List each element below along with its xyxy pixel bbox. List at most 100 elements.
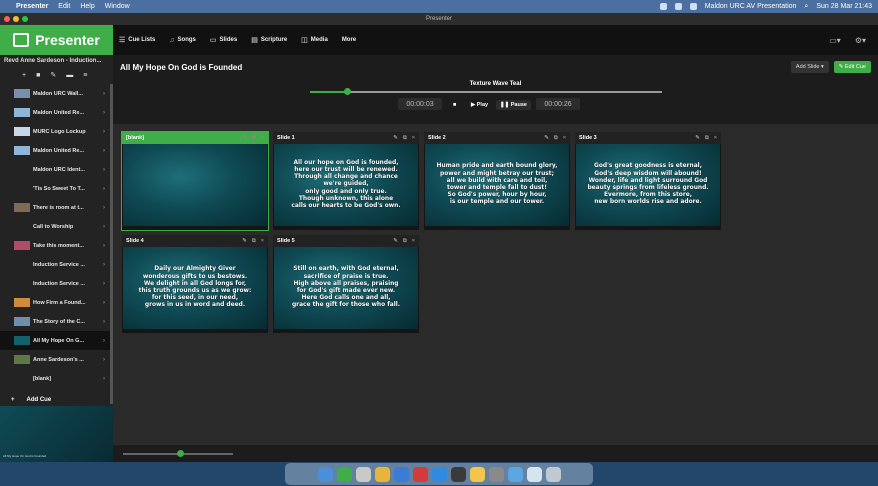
cue-list-item[interactable]: Take this moment... › bbox=[0, 236, 113, 255]
display-icon[interactable]: ▭▾ bbox=[829, 36, 841, 45]
gear-icon[interactable]: ⚙▾ bbox=[855, 36, 866, 45]
folder-icon[interactable]: ■ bbox=[36, 72, 40, 79]
menu-edit[interactable]: Edit bbox=[58, 3, 70, 10]
slide-lyrics: Human pride and earth bound glory, power… bbox=[436, 163, 558, 206]
minimize-window-button[interactable] bbox=[13, 16, 19, 22]
close-icon[interactable]: × bbox=[261, 238, 264, 245]
slide-card[interactable]: Slide 1 ✎ ⧉ × All our hope on God is founded… bbox=[273, 132, 419, 230]
nav-songs[interactable]: ♫ Songs bbox=[169, 37, 196, 44]
edit-icon[interactable]: ✎ bbox=[393, 238, 398, 245]
obs-icon[interactable] bbox=[450, 466, 466, 482]
nav-media[interactable]: ◫ Media bbox=[301, 36, 328, 44]
cue-list-item[interactable]: Call to Worship › bbox=[0, 217, 113, 236]
window-title-bar: Presenter bbox=[0, 13, 878, 25]
slide-card[interactable]: Slide 5 ✎ ⧉ × Still on earth, with God etern… bbox=[273, 235, 419, 333]
edit-icon[interactable]: ✎ bbox=[695, 135, 700, 142]
close-window-button[interactable] bbox=[4, 16, 10, 22]
volume-icon[interactable] bbox=[689, 3, 697, 10]
cue-thumbnail bbox=[14, 355, 30, 364]
chrome-icon[interactable] bbox=[374, 466, 390, 482]
close-icon[interactable]: × bbox=[412, 135, 415, 142]
zoom-window-button[interactable] bbox=[22, 16, 28, 22]
cue-list-item[interactable]: The Story of the C... › bbox=[0, 312, 113, 331]
close-icon[interactable]: × bbox=[261, 135, 264, 142]
edit-icon[interactable]: ✎ bbox=[393, 135, 398, 142]
cue-list-item[interactable]: Maldon URC Ident... › bbox=[0, 160, 113, 179]
cue-list-item[interactable]: Anne Sardeson's ... › bbox=[0, 350, 113, 369]
spotlight-icon[interactable]: ⌕ bbox=[804, 3, 808, 11]
settings-icon[interactable] bbox=[488, 466, 504, 482]
media-progress-handle[interactable] bbox=[343, 88, 351, 95]
cue-list-item[interactable]: Induction Service ... › bbox=[0, 255, 113, 274]
nav-scripture[interactable]: ▤ Scripture bbox=[251, 36, 287, 44]
cue-list-item[interactable]: Maldon United Re... › bbox=[0, 103, 113, 122]
cue-list-item[interactable]: Maldon URC Wall... › bbox=[0, 84, 113, 103]
cue-list-item[interactable]: There is room at t... › bbox=[0, 198, 113, 217]
cue-list-item[interactable]: MURC Logo Lockup › bbox=[0, 122, 113, 141]
play-button[interactable]: ▶ Play bbox=[471, 100, 488, 110]
copy-icon[interactable]: ⧉ bbox=[403, 135, 407, 142]
wifi-icon[interactable] bbox=[674, 3, 682, 10]
finder-window-icon[interactable] bbox=[526, 466, 542, 482]
cue-list-item[interactable]: Induction Service ... › bbox=[0, 274, 113, 293]
sidebar-toolbar: + ■ ✎ ▬ ≡ bbox=[0, 69, 113, 81]
close-icon[interactable]: × bbox=[412, 238, 415, 245]
close-icon[interactable]: × bbox=[714, 135, 717, 142]
add-icon[interactable]: + bbox=[22, 72, 26, 79]
media-progress-bar[interactable] bbox=[310, 88, 662, 95]
close-icon[interactable]: × bbox=[563, 135, 566, 142]
copy-icon[interactable]: ⧉ bbox=[252, 238, 256, 245]
slide-preview: All our hope on God is founded, here our… bbox=[274, 144, 418, 226]
cue-list-item[interactable]: How Firm a Found... › bbox=[0, 293, 113, 312]
stop-icon[interactable]: ■ bbox=[453, 100, 456, 110]
menu-help[interactable]: Help bbox=[80, 3, 94, 10]
edit-icon[interactable]: ✎ bbox=[242, 238, 247, 245]
slide-card[interactable]: Slide 4 ✎ ⧉ × Daily our Almighty Giver wonde… bbox=[122, 235, 268, 333]
print-icon[interactable]: ▬ bbox=[66, 72, 73, 79]
status-text[interactable]: Maldon URC AV Presentation bbox=[705, 3, 797, 10]
list-view-icon[interactable]: ≡ bbox=[83, 72, 87, 79]
menu-window[interactable]: Window bbox=[105, 3, 130, 10]
edit-icon[interactable]: ✎ bbox=[50, 71, 56, 79]
nav-more[interactable]: More bbox=[342, 37, 356, 43]
edit-cue-button[interactable]: ✎ Edit Cue bbox=[833, 61, 871, 73]
zoom-slider-handle[interactable] bbox=[177, 450, 185, 457]
mail-icon[interactable] bbox=[393, 466, 409, 482]
slide-label: Slide 4 bbox=[126, 238, 144, 244]
music-icon: ♫ bbox=[169, 36, 175, 44]
copy-icon[interactable]: ⧉ bbox=[705, 135, 709, 142]
screen-icon[interactable] bbox=[507, 466, 523, 482]
cue-list-item[interactable]: [blank] › bbox=[0, 369, 113, 388]
cue-list-item[interactable]: 'Tis So Sweet To T... › bbox=[0, 179, 113, 198]
edit-icon[interactable]: ✎ bbox=[242, 135, 247, 142]
nav-slides[interactable]: ▭ Slides bbox=[210, 36, 237, 44]
menu-app[interactable]: Presenter bbox=[16, 3, 48, 10]
cue-list-item-label: MURC Logo Lockup bbox=[33, 128, 86, 135]
photos-icon[interactable] bbox=[355, 466, 371, 482]
slide-actions: ✎ ⧉ × bbox=[242, 238, 264, 245]
slide-card[interactable]: [blank] ✎ ⧉ × bbox=[121, 131, 269, 231]
presenter-icon[interactable] bbox=[336, 466, 352, 482]
nav-cue-lists[interactable]: ☰ Cue Lists bbox=[119, 36, 155, 44]
presenter-logo: Presenter bbox=[0, 25, 113, 55]
copy-icon[interactable]: ⧉ bbox=[403, 238, 407, 245]
copy-icon[interactable]: ⧉ bbox=[252, 135, 256, 142]
slide-actions: ✎ ⧉ × bbox=[544, 135, 566, 142]
slide-card[interactable]: Slide 3 ✎ ⧉ × God's great goodness is eterna… bbox=[575, 132, 721, 230]
clock[interactable]: Sun 28 Mar 21:43 bbox=[816, 3, 872, 10]
add-cue-button[interactable]: + Add Cue bbox=[0, 394, 51, 406]
slide-card[interactable]: Slide 2 ✎ ⧉ × Human pride and earth bound gl… bbox=[424, 132, 570, 230]
zoom-slider[interactable] bbox=[123, 450, 233, 457]
add-slide-button[interactable]: Add Slide ▾ bbox=[790, 61, 829, 73]
emoji-icon[interactable] bbox=[469, 466, 485, 482]
cue-list-item[interactable]: Maldon United Re... › bbox=[0, 141, 113, 160]
copy-icon[interactable]: ⧉ bbox=[554, 135, 558, 142]
finder-icon[interactable] bbox=[317, 466, 333, 482]
trash-icon[interactable] bbox=[545, 466, 561, 482]
pause-button[interactable]: ❚❚ Pause bbox=[496, 100, 531, 110]
opera-icon[interactable] bbox=[412, 466, 428, 482]
edit-icon[interactable]: ✎ bbox=[544, 135, 549, 142]
dropbox-icon[interactable] bbox=[659, 3, 667, 10]
cue-list-item[interactable]: All My Hope On G... › bbox=[0, 331, 113, 350]
messenger-icon[interactable] bbox=[431, 466, 447, 482]
